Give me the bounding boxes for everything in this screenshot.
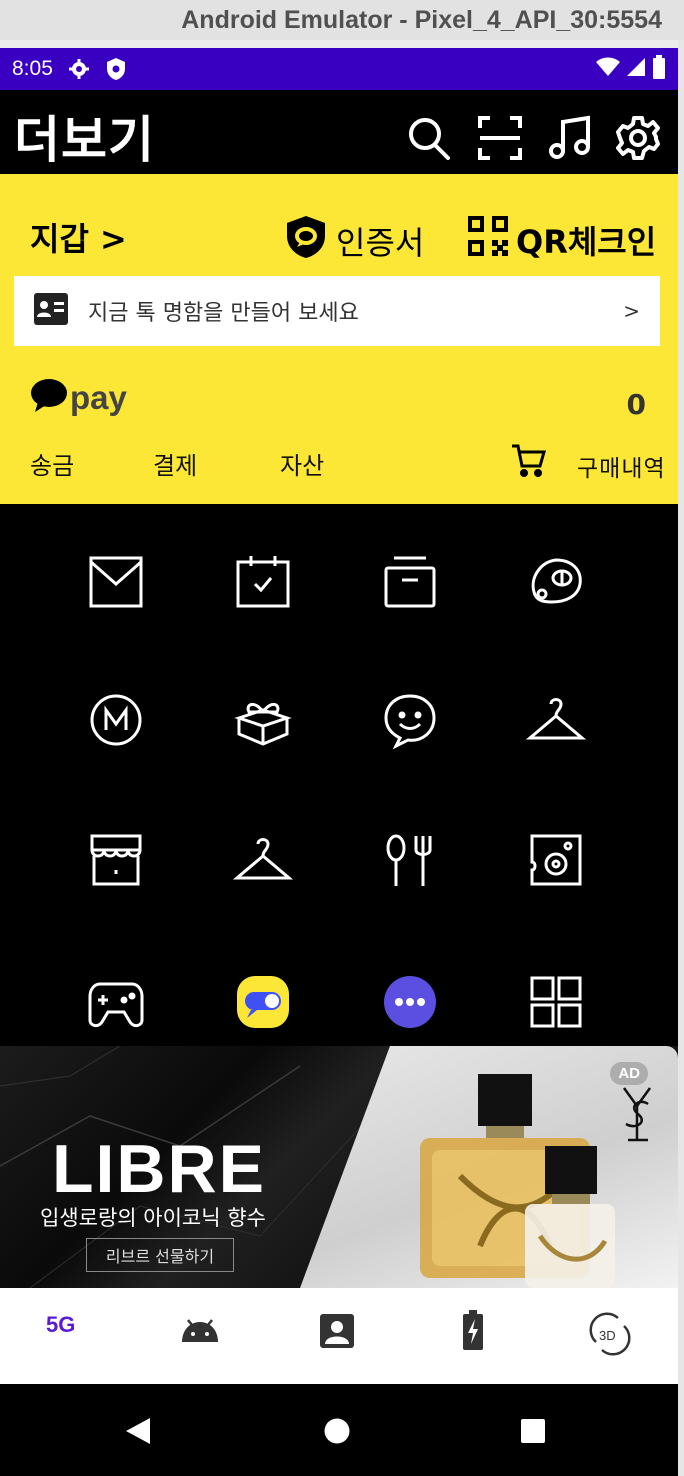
pay-balance[interactable]: 0 [627,388,646,421]
cart-icon[interactable] [510,442,546,482]
more-apps-icon[interactable] [380,972,440,1032]
shield-status-icon [105,57,127,81]
app-bar: 더보기 [0,90,678,174]
wifi-icon [596,57,620,81]
speaker-icon[interactable] [526,830,586,890]
emoticon-icon[interactable] [526,552,586,612]
settings-gear-status-icon [67,57,91,81]
5g-label: 5G [46,1312,76,1337]
hanger-icon[interactable] [232,830,294,890]
back-icon[interactable] [124,1416,152,1450]
speech-bubble-icon [30,378,68,418]
wallet-title-link[interactable]: 지갑 > [30,214,127,260]
namecard-icon [34,293,68,329]
gamepad-icon[interactable] [86,972,146,1032]
android-icon[interactable] [180,1318,220,1348]
status-bar: 8:05 [0,48,678,90]
qr-code-icon [466,214,510,266]
services-grid [0,504,678,1046]
emulator-title-bar: Android Emulator - Pixel_4_API_30:5554 [0,0,684,40]
cell-signal-icon [626,57,646,81]
battery-icon[interactable] [462,1310,484,1354]
ad-banner[interactable]: AD LIBRE 입생로랑의 아이코닉 향수 리브르 선물하기 [0,1046,678,1288]
payment-button[interactable]: 결제 [153,446,197,481]
ad-cta-button[interactable]: 리브르 선물하기 [86,1238,234,1272]
status-time: 8:05 [12,57,53,80]
ad-brand: LIBRE [52,1131,266,1207]
calendar-icon[interactable] [233,552,293,612]
ysl-logo [618,1084,656,1151]
emulator-bottom-toolbar: 5G 3D [0,1288,678,1384]
rotate-3d-icon[interactable]: 3D [588,1312,632,1360]
namecard-arrow: > [623,299,640,323]
mail-icon[interactable] [86,552,146,612]
assets-button[interactable]: 자산 [280,446,324,481]
ad-badge: AD [610,1062,648,1085]
gift-icon[interactable] [233,690,293,750]
toggle-app-icon[interactable] [233,972,293,1032]
m-coin-icon[interactable] [86,690,146,750]
wallet-section: 지갑 > 인증서 QR체크인 지금 톡 명함을 만들어 보세요 > pay 0 … [0,174,678,504]
drawer-icon[interactable] [380,552,440,612]
emulator-title: Android Emulator - Pixel_4_API_30:5554 [181,5,662,34]
settings-icon[interactable] [614,114,662,162]
store-icon[interactable] [86,830,146,890]
pay-label: pay [70,379,127,416]
emulator-frame-gap [0,40,684,48]
recents-icon[interactable] [520,1418,546,1448]
hanger-icon[interactable] [525,690,587,750]
namecard-prompt: 지금 톡 명함을 만들어 보세요 [88,301,359,326]
5g-icon[interactable]: 5G [46,1312,75,1338]
grid-all-icon[interactable] [526,972,586,1032]
certificate-label: 인증서 [336,224,425,262]
certificate-button[interactable]: 인증서 [284,214,424,268]
android-nav-bar [0,1384,678,1476]
namecard-banner[interactable]: 지금 톡 명함을 만들어 보세요 > [14,276,660,346]
home-icon[interactable] [324,1418,350,1448]
emulator-frame-edge [678,40,684,1476]
page-title: 더보기 [14,111,155,169]
dining-icon[interactable] [380,830,440,890]
qr-checkin-label: QR체크인 [516,223,657,261]
contact-icon[interactable] [320,1314,354,1352]
certificate-icon [284,214,328,268]
chat-smile-icon[interactable] [380,690,440,750]
search-icon[interactable] [404,114,452,162]
battery-status-icon [652,55,666,83]
svg-text:3D: 3D [599,1328,616,1343]
send-money-button[interactable]: 송금 [30,446,74,481]
scan-icon[interactable] [476,114,524,162]
purchase-history-button[interactable]: 구매내역 [577,449,666,483]
kakaopay-logo[interactable]: pay [30,378,127,418]
music-icon[interactable] [546,114,594,162]
qr-checkin-button[interactable]: QR체크인 [466,214,656,266]
ad-subtitle: 입생로랑의 아이코닉 향수 [40,1206,266,1230]
